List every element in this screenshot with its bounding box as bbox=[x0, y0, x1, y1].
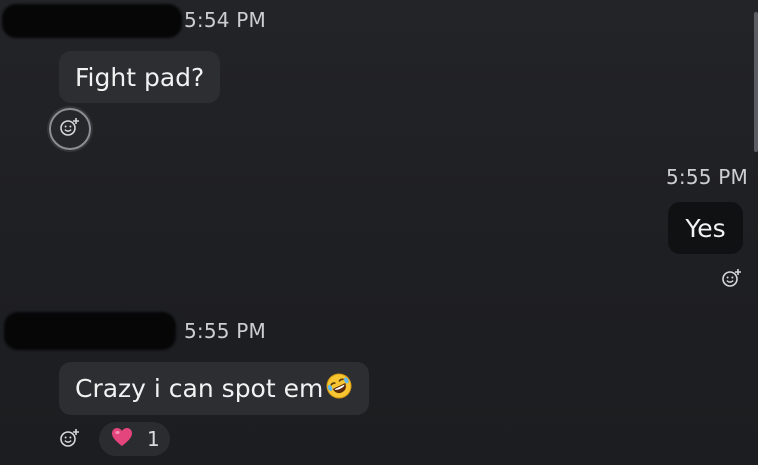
message-bubble-incoming[interactable]: Crazy i can spot em bbox=[59, 362, 370, 415]
rolling-on-floor-laughing-emoji bbox=[325, 372, 353, 406]
add-reaction-icon bbox=[59, 427, 81, 453]
heart-emoji bbox=[111, 427, 133, 451]
message-text: Fight pad? bbox=[75, 62, 205, 92]
add-reaction-icon bbox=[721, 267, 743, 293]
add-reaction-button[interactable] bbox=[58, 428, 82, 452]
scrollbar[interactable] bbox=[754, 12, 758, 152]
message-text: Yes bbox=[685, 213, 726, 243]
add-reaction-icon bbox=[59, 116, 81, 142]
redacted-sender-name bbox=[2, 4, 182, 38]
redacted-sender-name bbox=[4, 312, 176, 350]
message-bubble-incoming[interactable]: Fight pad? bbox=[59, 51, 221, 103]
message-timestamp: 5:55 PM bbox=[184, 319, 266, 343]
message-text: Crazy i can spot em bbox=[75, 374, 324, 403]
message-timestamp: 5:55 PM bbox=[666, 165, 748, 189]
message-bubble-outgoing[interactable]: Yes bbox=[668, 202, 743, 254]
message-timestamp: 5:54 PM bbox=[184, 8, 266, 32]
add-reaction-button[interactable] bbox=[720, 268, 744, 292]
reaction-count: 1 bbox=[147, 427, 160, 451]
reaction-chip[interactable]: 1 bbox=[99, 422, 170, 456]
add-reaction-button[interactable] bbox=[49, 108, 91, 150]
chat-thread: 5:54 PM Fight pad? 5:55 PM Yes 5:55 PM C… bbox=[0, 0, 758, 465]
